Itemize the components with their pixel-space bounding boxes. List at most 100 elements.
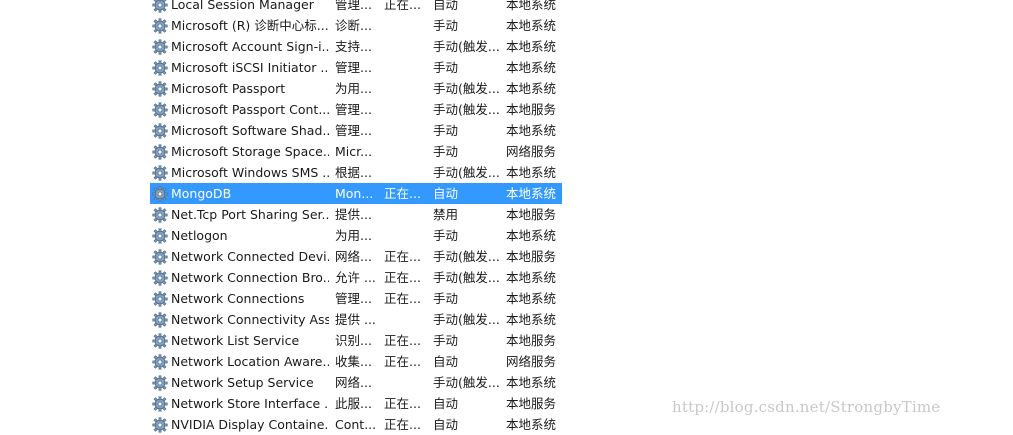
gear-icon [152,183,170,204]
service-logon-as: 本地系统 [506,57,562,78]
service-name: Network Location Aware... [171,351,329,372]
service-description: Mon... [335,183,379,204]
service-description: Cont... [335,414,379,435]
service-row[interactable]: Microsoft iSCSI Initiator ... 管理... 手动本地系统 [150,57,562,78]
service-description: 管理... [335,120,379,141]
service-logon-as: 本地系统 [506,162,562,183]
gear-icon [152,288,170,309]
service-row[interactable]: Net.Tcp Port Sharing Ser... 提供... 禁用本地服务 [150,204,562,225]
service-description: 识别... [335,330,379,351]
service-row[interactable]: Microsoft Account Sign-i... 支持... 手动(触发...… [150,36,562,57]
service-description: 管理... [335,288,379,309]
service-logon-as: 本地系统 [506,225,562,246]
service-startup-type: 手动 [433,141,499,162]
service-row[interactable]: Network Setup Service网络...手动(触发...本地系统 [150,372,562,393]
service-startup-type: 自动 [433,351,499,372]
service-startup-type: 手动(触发... [433,99,499,120]
service-startup-type: 自动 [433,393,499,414]
service-name: Network Store Interface ... [171,393,329,414]
service-description: Micr... [335,141,379,162]
service-status: 正在... [384,267,428,288]
service-row[interactable]: Microsoft Passport为用...手动(触发...本地系统 [150,78,562,99]
service-startup-type: 自动 [433,0,499,15]
service-logon-as: 本地服务 [506,99,562,120]
service-description: 管理... [335,0,379,15]
service-name: Microsoft Software Shad... [171,120,329,141]
gear-icon [152,393,170,414]
service-row[interactable]: Network Connected Devi...网络...正在...手动(触发… [150,246,562,267]
service-description: 管理... [335,57,379,78]
service-status: 正在... [384,0,428,15]
service-startup-type: 手动(触发... [433,309,499,330]
service-status: 正在... [384,183,428,204]
service-row[interactable]: Network List Service识别...正在...手动本地服务 [150,330,562,351]
service-row[interactable]: Microsoft Passport Cont...管理...手动(触发...本… [150,99,562,120]
service-name: Microsoft Passport Cont... [171,99,329,120]
service-name: Netlogon [171,225,329,246]
service-logon-as: 网络服务 [506,141,562,162]
service-name: Microsoft Account Sign-i... [171,36,329,57]
service-name: MongoDB [171,183,329,204]
service-logon-as: 本地系统 [506,267,562,288]
service-logon-as: 网络服务 [506,351,562,372]
service-row[interactable]: Network Connections管理...正在...手动本地系统 [150,288,562,309]
service-logon-as: 本地系统 [506,288,562,309]
service-description: 允许 ... [335,267,379,288]
gear-icon [152,120,170,141]
service-startup-type: 手动(触发... [433,372,499,393]
service-name: Network Connectivity Ass... [171,309,329,330]
service-description: 提供... [335,204,379,225]
service-logon-as: 本地服务 [506,246,562,267]
service-row[interactable]: NVIDIA Display Containe...Cont...正在...自动… [150,414,562,435]
service-row[interactable]: Microsoft Software Shad... 管理... 手动本地系统 [150,120,562,141]
service-name: Network Connection Bro... [171,267,329,288]
gear-icon [152,351,170,372]
service-startup-type: 手动 [433,330,499,351]
service-startup-type: 手动(触发... [433,78,499,99]
service-logon-as: 本地服务 [506,330,562,351]
service-startup-type: 禁用 [433,204,499,225]
service-row[interactable]: Netlogon为用...手动本地系统 [150,225,562,246]
service-row[interactable]: Microsoft (R) 诊断中心标...诊断...手动本地系统 [150,15,562,36]
service-logon-as: 本地系统 [506,120,562,141]
service-name: Microsoft Windows SMS ... [171,162,329,183]
service-description: 网络... [335,372,379,393]
gear-icon [152,372,170,393]
service-row[interactable]: Local Session Manager管理...正在...自动本地系统 [150,0,562,15]
service-startup-type: 手动(触发... [433,267,499,288]
service-row[interactable]: Microsoft Windows SMS ...根据...手动(触发...本地… [150,162,562,183]
service-startup-type: 手动 [433,120,499,141]
service-logon-as: 本地系统 [506,183,562,204]
service-startup-type: 自动 [433,414,499,435]
service-row[interactable]: Network Connectivity Ass...提供 ...手动(触发..… [150,309,562,330]
service-logon-as: 本地系统 [506,36,562,57]
service-description: 支持... [335,36,379,57]
gear-icon [152,309,170,330]
service-name: NVIDIA Display Containe... [171,414,329,435]
service-row-selected[interactable]: MongoDBMon...正在...自动本地系统 [150,183,562,204]
service-status: 正在... [384,330,428,351]
service-description: 收集... [335,351,379,372]
service-name: Network Setup Service [171,372,329,393]
service-logon-as: 本地系统 [506,309,562,330]
service-description: 根据... [335,162,379,183]
service-row[interactable]: Network Location Aware...收集...正在...自动网络服… [150,351,562,372]
service-startup-type: 手动(触发... [433,246,499,267]
service-name: Local Session Manager [171,0,329,15]
service-row[interactable]: Network Connection Bro... 允许 ...正在...手动(触… [150,267,562,288]
service-startup-type: 手动 [433,57,499,78]
service-row[interactable]: Microsoft Storage Space...Micr...手动网络服务 [150,141,562,162]
service-logon-as: 本地系统 [506,15,562,36]
service-status: 正在... [384,288,428,309]
service-logon-as: 本地服务 [506,204,562,225]
service-startup-type: 手动(触发... [433,36,499,57]
watermark: http://blog.csdn.net/StrongbyTime [672,398,940,416]
service-name: Microsoft iSCSI Initiator ... [171,57,329,78]
service-name: Net.Tcp Port Sharing Ser... [171,204,329,225]
service-description: 为用... [335,78,379,99]
service-row[interactable]: Network Store Interface ...此服...正在...自动本… [150,393,562,414]
gear-icon [152,36,170,57]
gear-icon [152,204,170,225]
gear-icon [152,246,170,267]
service-logon-as: 本地系统 [506,414,562,435]
